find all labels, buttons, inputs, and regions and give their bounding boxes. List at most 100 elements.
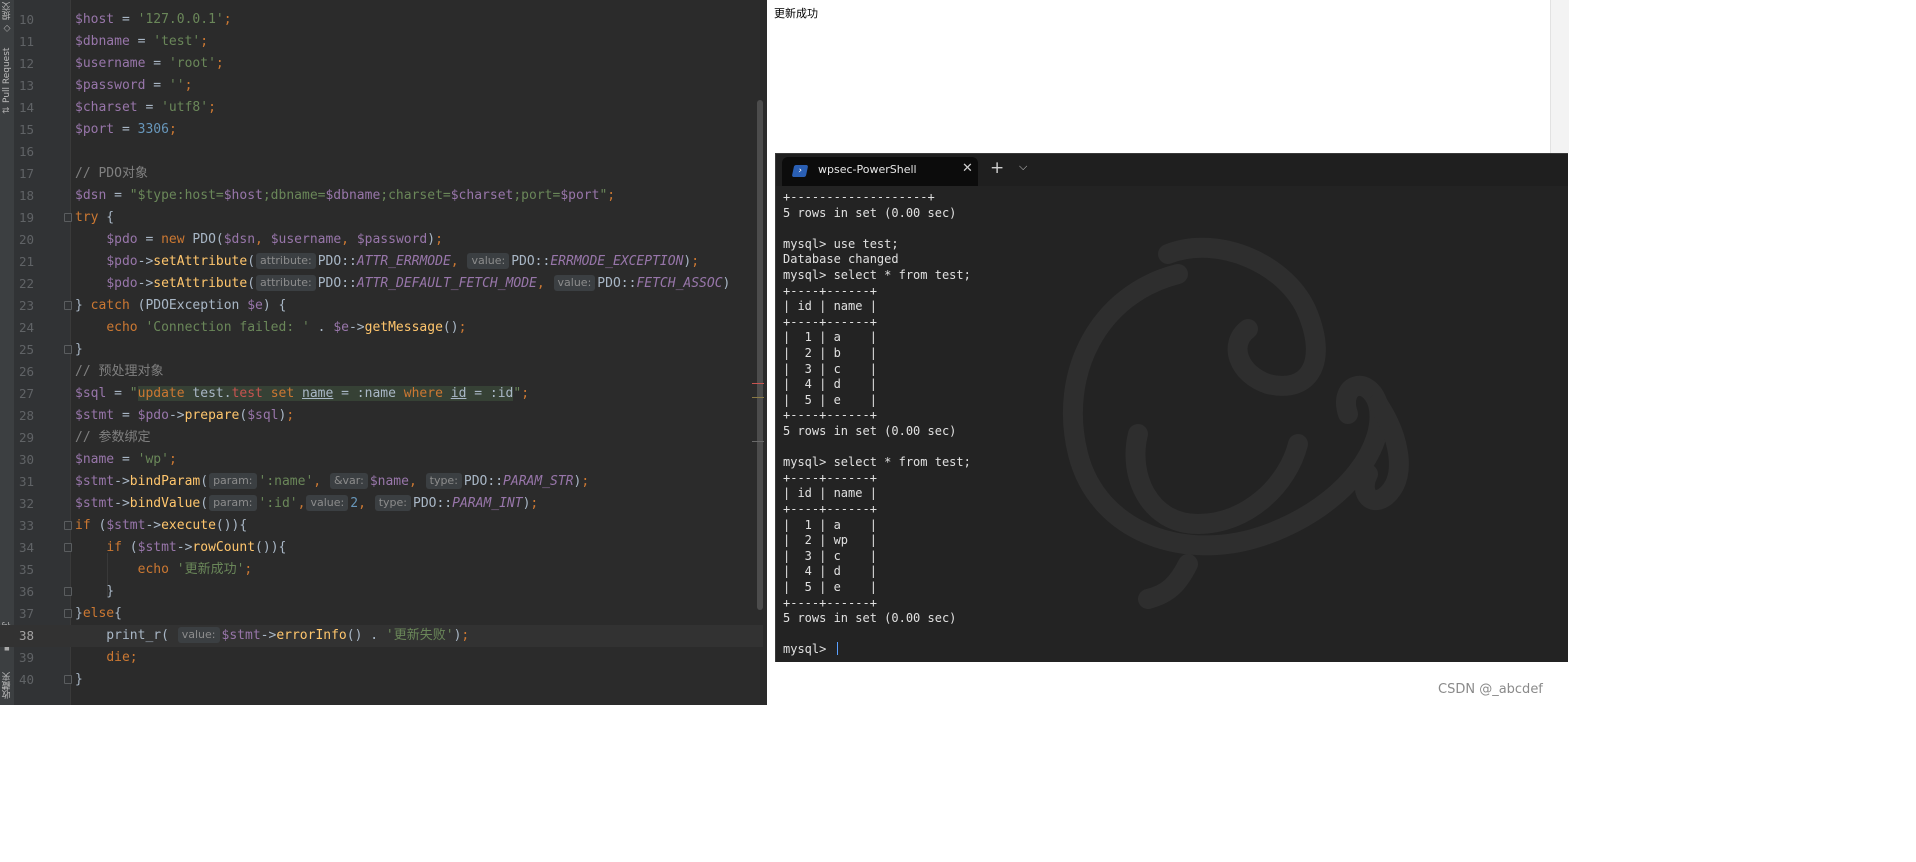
fold-toggle-icon[interactable] [64, 587, 72, 596]
code-line[interactable]: 27 $sql = "update test.test set name = :n… [0, 383, 763, 405]
code-text: print_r( value: $stmt->errorInfo() . '更新失… [75, 625, 469, 647]
code-token: ERRMODE_EXCEPTION [550, 254, 684, 269]
terminal-line: +----+------+ [783, 502, 877, 518]
code-token: '更新成功' [176, 562, 245, 577]
terminal-line-text: | 3 | c | [783, 548, 877, 563]
code-line[interactable]: 30 $name = 'wp'; [0, 449, 763, 471]
close-tab-icon[interactable]: ✕ [962, 161, 973, 176]
fold-toggle-icon[interactable] [64, 301, 72, 310]
error-stripe-mark[interactable] [752, 383, 764, 384]
code-text: }else{ [75, 603, 122, 625]
code-token: test [231, 386, 263, 401]
code-line[interactable]: 22 $pdo->setAttribute(attribute: PDO::ATT… [0, 273, 763, 295]
info-stripe-mark[interactable] [752, 441, 764, 442]
terminal-line: 5 rows in set (0.00 sec) [783, 611, 956, 627]
parameter-hint: param: [209, 495, 257, 511]
code-token: ':name' [258, 474, 314, 489]
terminal-window[interactable]: › wpsec-PowerShell ✕ + ⌵ +--------------… [775, 153, 1568, 663]
fold-toggle-icon[interactable] [64, 675, 72, 684]
line-number: 27 [18, 386, 34, 401]
code-line[interactable]: 37}else{ [0, 603, 763, 625]
code-token: $username [270, 232, 342, 247]
code-token: PDO:: [463, 474, 504, 489]
fold-toggle-icon[interactable] [64, 521, 72, 530]
code-token: ; [530, 496, 539, 511]
code-text: $pdo->setAttribute(attribute: PDO::ATTR_E… [75, 251, 699, 273]
fold-toggle-icon[interactable] [64, 609, 72, 618]
code-line[interactable]: 28 $stmt = $pdo->prepare($sql); [0, 405, 763, 427]
code-text: } [75, 581, 114, 603]
terminal-line: | 1 | a | [783, 330, 877, 346]
code-token: ( [200, 496, 209, 511]
code-line[interactable]: 34 if ($stmt->rowCount()){ [0, 537, 763, 559]
code-token: rowCount [192, 540, 256, 555]
chevron-down-icon[interactable]: ⌵ [1019, 160, 1027, 174]
terminal-line: | 5 | e | [783, 393, 877, 409]
code-token: " [129, 386, 138, 401]
code-token: -> [145, 518, 162, 533]
code-token: $password [75, 78, 146, 93]
terminal-line: | id | name | [783, 299, 877, 315]
code-token: -> [137, 254, 154, 269]
code-token: $e [247, 298, 263, 313]
terminal-line: | 2 | b | [783, 346, 877, 362]
code-line[interactable]: 14 $charset = 'utf8'; [0, 97, 763, 119]
code-token: . [309, 320, 334, 335]
line-number: 34 [18, 540, 34, 555]
code-line[interactable]: 11 $dbname = 'test'; [0, 31, 763, 53]
code-token: $stmt [137, 540, 177, 555]
line-number: 32 [18, 496, 34, 511]
code-line[interactable]: 39 die; [0, 647, 763, 669]
line-number: 29 [18, 430, 34, 445]
code-line[interactable]: 35 echo '更新成功'; [0, 559, 763, 581]
code-line[interactable]: 15 $port = 3306; [0, 119, 763, 141]
terminal-line: mysql> use test; [783, 237, 899, 253]
terminal-line-text: | 2 | b | [783, 346, 877, 360]
fold-toggle-icon[interactable] [64, 543, 72, 552]
code-line[interactable]: 13 $password = ''; [0, 75, 763, 97]
code-line[interactable]: 26 // 预处理对象 [0, 361, 763, 383]
terminal-tab-title: wpsec-PowerShell [818, 163, 917, 176]
code-line[interactable]: 33 if ($stmt->execute()){ [0, 515, 763, 537]
code-line[interactable]: 20 $pdo = new PDO($dsn, $username, $pass… [0, 229, 763, 251]
code-line[interactable]: 24 echo 'Connection failed: ' . $e->getM… [0, 317, 763, 339]
code-token: ; [184, 78, 193, 93]
fold-toggle-icon[interactable] [64, 345, 72, 354]
code-line[interactable]: 36 } [0, 581, 763, 603]
code-line[interactable]: 38 print_r( value: $stmt->errorInfo() . '… [0, 625, 763, 647]
code-line[interactable]: 21 $pdo->setAttribute(attribute: PDO::ATT… [0, 251, 763, 273]
code-token: PDO:: [413, 496, 453, 511]
code-text: // 参数绑定 [75, 427, 150, 449]
line-number: 11 [18, 34, 34, 49]
code-line[interactable]: 18 $dsn = "$type:host=$host;dbname=$dbnam… [0, 185, 763, 207]
code-line[interactable]: 16 [0, 141, 763, 163]
code-line[interactable]: 23} catch (PDOException $e) { [0, 295, 763, 317]
new-tab-button[interactable]: + [990, 158, 1004, 178]
code-token: ; [215, 56, 224, 71]
terminal-tab[interactable]: › wpsec-PowerShell ✕ [782, 157, 978, 186]
code-line[interactable]: 19 try { [0, 207, 763, 229]
code-token: } [75, 606, 83, 621]
code-line[interactable]: 17 // PDO对象 [0, 163, 763, 185]
code-line[interactable]: 40} [0, 669, 763, 691]
code-line[interactable]: 31 $stmt->bindParam(param: ':name', &var: $… [0, 471, 763, 493]
code-line[interactable]: 12 $username = 'root'; [0, 53, 763, 75]
code-editor[interactable]: ◇ 提交 ⇅ Pull Request ▪ 结构 收藏夹 10$host = '… [0, 0, 767, 705]
code-token: setAttribute [153, 254, 248, 269]
code-line[interactable]: 29 // 参数绑定 [0, 427, 763, 449]
code-token: setAttribute [153, 276, 248, 291]
code-line[interactable]: 25} [0, 339, 763, 361]
code-token: ( [121, 540, 138, 555]
code-token: , [358, 496, 374, 511]
code-token: = [106, 386, 130, 401]
code-token: = :id [466, 386, 514, 401]
code-token: $stmt [75, 408, 115, 423]
terminal-output[interactable]: +-------------------+ 5 rows in set (0.00… [776, 186, 1568, 663]
code-line[interactable]: 10 $host = '127.0.0.1'; [0, 9, 763, 31]
warning-stripe-mark[interactable] [752, 397, 764, 398]
fold-toggle-icon[interactable] [64, 213, 72, 222]
code-line[interactable]: 32 $stmt->bindValue(param: ':id', value: 2, … [0, 493, 763, 515]
code-token: ; [208, 100, 216, 115]
editor-scrollbar[interactable] [757, 100, 763, 610]
line-number: 19 [18, 210, 34, 225]
